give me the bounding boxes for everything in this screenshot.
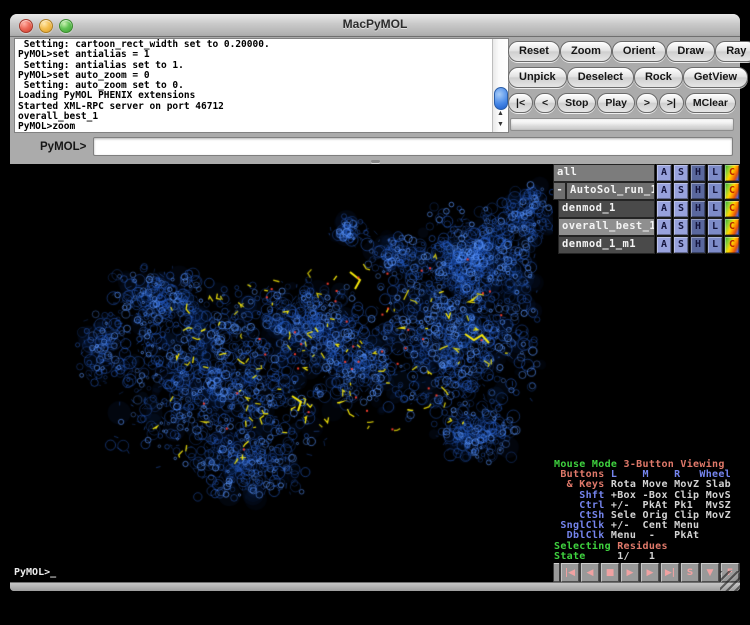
command-row: PyMOL>	[10, 133, 740, 160]
label-menu-button[interactable]: L	[707, 182, 723, 200]
hide-menu-button[interactable]: H	[690, 164, 706, 182]
molecule-canvas[interactable]	[10, 164, 553, 584]
step-back-button[interactable]: <	[534, 93, 556, 113]
frame-forward-button[interactable]: ▶	[641, 563, 659, 582]
object-name-AutoSol_run_1_[interactable]: AutoSol_run_1_	[566, 182, 655, 200]
feedback-bar	[510, 118, 734, 131]
show-menu-button[interactable]: S	[673, 236, 689, 254]
action-menu-button[interactable]: A	[656, 182, 672, 200]
mouse-panel-text: 1/ 1	[592, 551, 655, 562]
action-menu-button[interactable]: A	[656, 200, 672, 218]
movie-stop-button[interactable]: ■	[601, 563, 619, 582]
step-forward-button[interactable]: >	[636, 93, 658, 113]
hide-menu-button[interactable]: H	[690, 218, 706, 236]
action-menu-button[interactable]: A	[656, 236, 672, 254]
object-name-denmod_1_m1[interactable]: denmod_1_m1	[558, 236, 655, 254]
pymol-prompt-label: PyMOL>	[40, 141, 86, 153]
object-row: allASHLC	[553, 164, 740, 182]
play-button[interactable]: Play	[597, 93, 635, 113]
macpymol-window: MacPyMOL Setting: cartoon_rect_width set…	[10, 14, 740, 591]
console-scrollbar[interactable]: ▲ ▼	[492, 39, 508, 132]
object-row: overall_best_1ASHLC	[553, 218, 740, 236]
resize-grip[interactable]	[720, 571, 740, 591]
console-line: PyMOL>zoom	[18, 122, 491, 132]
window-bottom-bar	[10, 582, 740, 591]
zoom-button[interactable]: Zoom	[560, 41, 612, 62]
color-menu-button[interactable]: C	[724, 164, 740, 182]
orient-button[interactable]: Orient	[612, 41, 666, 62]
console-output[interactable]: Setting: cartoon_rect_width set to 0.200…	[14, 38, 509, 133]
collapse-toggle[interactable]: -	[553, 182, 566, 200]
label-menu-button[interactable]: L	[707, 236, 723, 254]
vcr-edge	[554, 563, 559, 582]
window-title: MacPyMOL	[10, 17, 740, 31]
object-row: denmod_1_m1ASHLC	[553, 236, 740, 254]
mclear-button[interactable]: MClear	[685, 93, 736, 113]
mouse-panel-line[interactable]: State 1/ 1	[554, 552, 740, 562]
deselect-button[interactable]: Deselect	[567, 67, 634, 88]
color-menu-button[interactable]: C	[724, 236, 740, 254]
viewport-3d[interactable]: PyMOL>_	[10, 164, 553, 584]
draw-button[interactable]: Draw	[666, 41, 715, 62]
ray-button[interactable]: Ray	[715, 41, 750, 62]
show-menu-button[interactable]: S	[673, 200, 689, 218]
show-menu-button[interactable]: S	[673, 182, 689, 200]
object-row: -AutoSol_run_1_ASHLC	[553, 182, 740, 200]
console-line: overall_best_1	[18, 112, 491, 122]
hide-menu-button[interactable]: H	[690, 200, 706, 218]
movie-play-button[interactable]: ▶	[621, 563, 639, 582]
go-to-end-button[interactable]: >|	[659, 93, 684, 113]
command-input[interactable]	[93, 137, 733, 156]
screen: { "window": { "title": "MacPyMOL" }, "co…	[0, 0, 750, 625]
object-name-denmod_1[interactable]: denmod_1	[558, 200, 655, 218]
hide-menu-button[interactable]: H	[690, 236, 706, 254]
reset-button[interactable]: Reset	[508, 41, 560, 62]
splitter-dimple-icon	[371, 160, 380, 163]
object-row: denmod_1ASHLC	[553, 200, 740, 218]
title-bar[interactable]: MacPyMOL	[10, 14, 740, 37]
color-menu-button[interactable]: C	[724, 182, 740, 200]
scene-down-button[interactable]: ▼	[701, 563, 719, 582]
object-list: allASHLC-AutoSol_run_1_ASHLCdenmod_1ASHL…	[553, 164, 740, 254]
label-menu-button[interactable]: L	[707, 164, 723, 182]
console-lines: Setting: cartoon_rect_width set to 0.200…	[18, 40, 491, 132]
scroll-down-button[interactable]: ▼	[493, 119, 508, 130]
action-menu-button[interactable]: A	[656, 218, 672, 236]
scroll-up-button[interactable]: ▲	[493, 108, 508, 119]
frame-back-button[interactable]: ◀	[581, 563, 599, 582]
object-panel: allASHLC-AutoSol_run_1_ASHLCdenmod_1ASHL…	[553, 164, 740, 584]
rewind-button[interactable]: |◀	[561, 563, 579, 582]
s-toggle-button[interactable]: S	[681, 563, 699, 582]
movie-controls: |◀◀■▶▶▶|S▼F	[553, 563, 740, 582]
upper-panel: Setting: cartoon_rect_width set to 0.200…	[10, 37, 740, 133]
getview-button[interactable]: GetView	[683, 67, 748, 88]
action-menu-button[interactable]: A	[656, 164, 672, 182]
mouse-panel-text: State	[554, 551, 592, 562]
object-name-overall_best_1[interactable]: overall_best_1	[558, 218, 655, 236]
stop-button[interactable]: Stop	[557, 93, 596, 113]
rock-button[interactable]: Rock	[634, 67, 683, 88]
label-menu-button[interactable]: L	[707, 218, 723, 236]
viewport-prompt: PyMOL>_	[14, 567, 56, 578]
color-menu-button[interactable]: C	[724, 200, 740, 218]
hide-menu-button[interactable]: H	[690, 182, 706, 200]
show-menu-button[interactable]: S	[673, 164, 689, 182]
label-menu-button[interactable]: L	[707, 200, 723, 218]
main-area: PyMOL>_ allASHLC-AutoSol_run_1_ASHLCdenm…	[10, 164, 740, 584]
unpick-button[interactable]: Unpick	[508, 67, 567, 88]
show-menu-button[interactable]: S	[673, 218, 689, 236]
movie-end-button[interactable]: ▶|	[661, 563, 679, 582]
go-to-start-button[interactable]: |<	[508, 93, 533, 113]
object-name-all[interactable]: all	[553, 164, 655, 182]
scrollbar-thumb[interactable]	[494, 87, 508, 110]
mouse-mode-panel: Mouse Mode 3-Button Viewing Buttons L M …	[554, 460, 740, 562]
control-button-panel: ResetZoomOrientDrawRay UnpickDeselectRoc…	[508, 37, 736, 133]
color-menu-button[interactable]: C	[724, 218, 740, 236]
